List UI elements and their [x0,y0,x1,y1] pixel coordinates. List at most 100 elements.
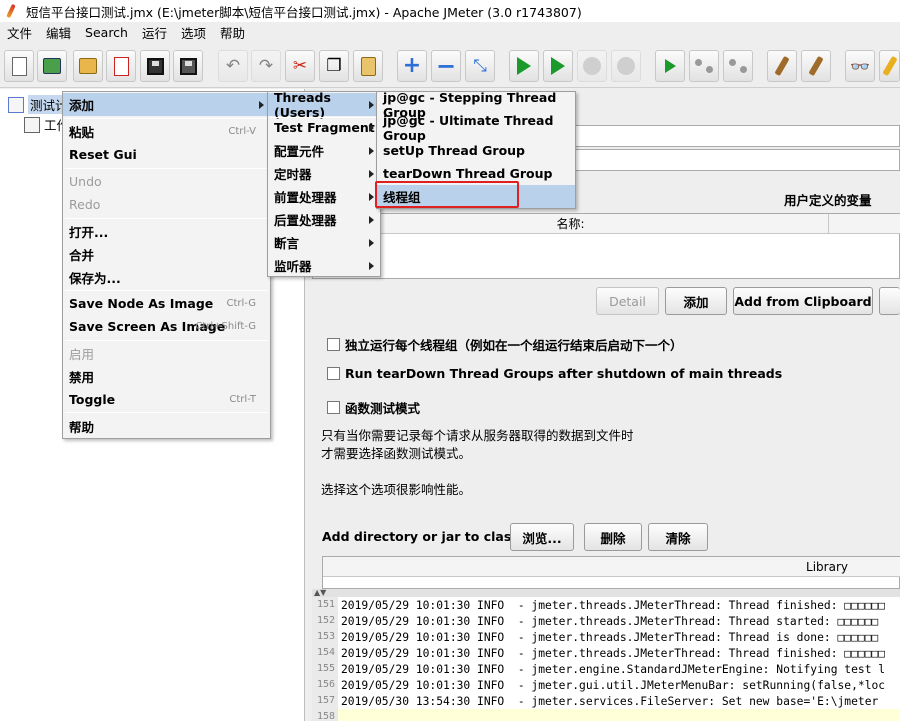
menu-item-add[interactable]: 添加 [63,93,270,116]
log-splitter[interactable]: ▲▼ [312,589,900,597]
add-from-clipboard-button[interactable]: Add from Clipboard [733,287,873,315]
open-button[interactable] [73,50,103,82]
menu-run[interactable]: 运行 [135,23,174,42]
menu-item-reset-gui[interactable]: Reset Gui [63,143,270,166]
value-column-header[interactable] [829,214,900,234]
save-as-button[interactable] [173,50,203,82]
clear-all-icon [808,55,824,77]
menu-item-save-node-image[interactable]: Save Node As Image Ctrl-G [63,292,270,315]
log-row: 153 2019/05/29 10:01:30 INFO - jmeter.thr… [312,629,900,645]
cut-button[interactable]: ✂ [285,50,315,82]
collapse-button[interactable]: − [431,50,461,82]
paste-icon [360,56,376,76]
start-button[interactable] [509,50,539,82]
shutdown-button[interactable] [611,50,641,82]
submenu-item-test-fragment[interactable]: Test Fragment [268,116,380,139]
delete-classpath-button[interactable]: 删除 [584,523,642,551]
clear-classpath-button[interactable]: 清除 [648,523,708,551]
menu-item-toggle[interactable]: Toggle Ctrl-T [63,388,270,411]
paste-button[interactable] [353,50,383,82]
submenu-item-postprocessor[interactable]: 后置处理器 [268,208,380,231]
clear-button[interactable] [767,50,797,82]
menu-item-setup-thread-group[interactable]: setUp Thread Group [377,139,575,162]
clear-all-button[interactable] [801,50,831,82]
browse-button[interactable]: 浏览... [510,523,574,551]
log-text: 2019/05/29 10:01:30 INFO - jmeter.thread… [341,630,879,644]
add-button[interactable]: 添加 [665,287,727,315]
submenu-item-assertion[interactable]: 断言 [268,231,380,254]
functional-note-1: 只有当你需要记录每个请求从服务器取得的数据到文件时 [321,428,634,443]
stop-button[interactable] [577,50,607,82]
menu-item-paste[interactable]: 粘贴 Ctrl-V [63,120,270,143]
functional-test-mode-checkbox[interactable]: 函数测试模式 [327,398,420,417]
undo-button[interactable]: ↶ [218,50,248,82]
menu-help[interactable]: 帮助 [213,23,252,42]
log-text: 2019/05/29 10:01:30 INFO - jmeter.engine… [341,662,886,676]
detail-button[interactable]: Detail [596,287,659,315]
menu-search[interactable]: Search [78,25,135,40]
menu-item-redo[interactable]: Redo [63,193,270,216]
menu-options[interactable]: 选项 [174,23,213,42]
menu-item-label: 启用 [69,347,95,362]
delete-variable-button[interactable] [879,287,900,315]
toggle-button[interactable]: ⤡ [465,50,495,82]
submenu-item-config[interactable]: 配置元件 [268,139,380,162]
user-vars-table[interactable]: 名称: [312,213,900,279]
submenu-item-preprocessor[interactable]: 前置处理器 [268,185,380,208]
search-button[interactable]: 👓 [845,50,875,82]
menu-item-shortcut: Ctrl-V [228,126,256,137]
menu-item-undo[interactable]: Undo [63,170,270,193]
menu-item-disable[interactable]: 禁用 [63,365,270,388]
remote-stop-button[interactable] [689,50,719,82]
menu-item-save-screen-image[interactable]: Save Screen As Image Ctrl+Shift-G [63,315,270,338]
remote-exit-button[interactable] [723,50,753,82]
checkbox-box [327,338,340,351]
menu-separator [65,168,268,169]
menu-item-label: Threads (Users) [274,89,331,120]
log-viewer[interactable]: 151 2019/05/29 10:01:30 INFO - jmeter.thr… [312,597,900,721]
copy-button[interactable]: ❐ [319,50,349,82]
remote-exit-icon [729,59,747,73]
close-button[interactable] [106,50,136,82]
line-number: 151 [312,597,338,613]
remote-start-button[interactable] [655,50,685,82]
submenu-item-timer[interactable]: 定时器 [268,162,380,185]
log-row: 154 2019/05/29 10:01:30 INFO - jmeter.thr… [312,645,900,661]
serial-thread-groups-checkbox[interactable]: 独立运行每个线程组（例如在一个组运行结束后启动下一个） [327,335,683,354]
menu-item-ultimate-thread-group[interactable]: jp@gc - Ultimate Thread Group [377,113,575,143]
menu-item-open[interactable]: 打开... [63,220,270,243]
new-button[interactable] [4,50,34,82]
menu-item-label: 禁用 [69,370,95,385]
templates-icon [43,58,61,74]
menu-item-enable[interactable]: 启用 [63,342,270,365]
name-column-header[interactable]: 名称: [313,214,829,234]
library-column-header[interactable]: Library [323,557,900,577]
test-plan-icon [8,96,24,113]
shutdown-icon [617,57,635,75]
menu-separator [65,412,268,413]
save-icon [146,57,164,75]
templates-button[interactable] [37,50,67,82]
menu-edit[interactable]: 编辑 [39,23,78,42]
line-number: 157 [312,693,338,709]
start-no-pause-button[interactable] [543,50,573,82]
submenu-arrow-icon [369,192,374,201]
cut-icon: ✂ [292,56,308,76]
menu-bar: 文件 编辑 Search 运行 选项 帮助 [0,22,900,43]
collapse-icon: − [435,52,457,80]
reset-search-button[interactable] [879,50,900,82]
teardown-after-shutdown-checkbox[interactable]: Run tearDown Thread Groups after shutdow… [327,366,782,381]
menu-file[interactable]: 文件 [0,23,39,42]
menu-item-merge[interactable]: 合并 [63,243,270,266]
menu-item-save-as[interactable]: 保存为... [63,266,270,289]
expand-button[interactable]: + [397,50,427,82]
submenu-arrow-icon [369,215,374,224]
classpath-table[interactable]: Library [322,556,900,589]
reset-search-icon [881,55,898,77]
menu-item-label: Toggle [69,392,116,407]
submenu-item-threads[interactable]: Threads (Users) [268,90,380,120]
save-button[interactable] [140,50,170,82]
redo-button[interactable]: ↷ [251,50,281,82]
submenu-item-listener[interactable]: 监听器 [268,254,380,277]
menu-item-help[interactable]: 帮助 [63,415,270,438]
